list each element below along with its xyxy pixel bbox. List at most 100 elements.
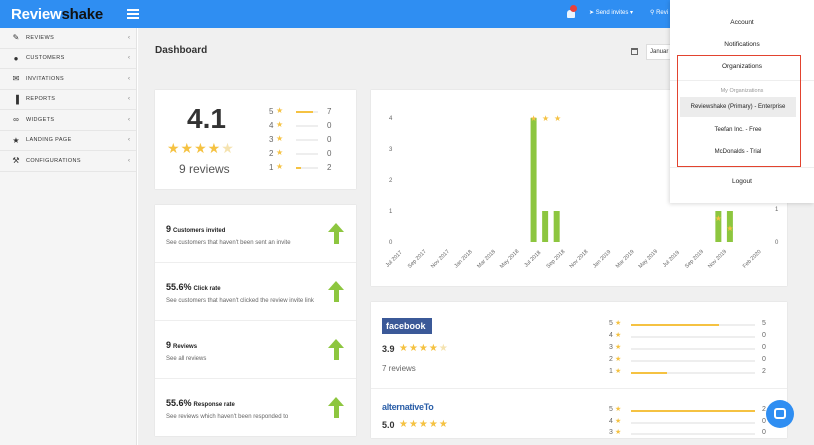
average-rating: 4.1 [187, 103, 226, 134]
rating-star-marker: ★ [554, 114, 561, 123]
rating-stars: ★★★★★ [167, 140, 235, 156]
distribution-star-label: 4 [609, 332, 613, 339]
x-tick-label: Nov 2019 [707, 249, 728, 270]
chart-bar [553, 211, 560, 242]
sidebar-item-reports[interactable]: ▐ REPORTS ‹ [0, 90, 136, 110]
distribution-star-label: 4 [269, 121, 274, 130]
stat-value: 9 Reviews [166, 340, 198, 350]
distribution-star-label: 3 [609, 344, 613, 351]
y-tick-label: 3 [389, 147, 393, 153]
alternativeto-rating: 5.0 [382, 420, 395, 430]
x-tick-label: Jul 2019 [662, 250, 681, 269]
distribution-fill [296, 111, 314, 113]
stat-description: See all reviews [166, 356, 207, 362]
distribution-count: 0 [762, 429, 766, 436]
link-icon: ∞ [13, 115, 19, 125]
chart-bar [542, 211, 549, 242]
star-icon: ★ [276, 120, 284, 129]
x-tick-label: May 2018 [499, 249, 520, 270]
sidebar-item-configurations[interactable]: ⚒ CONFIGURATIONS ‹ [0, 151, 136, 172]
distribution-bar [296, 153, 318, 155]
distribution-row: 4 ★ 0 [269, 120, 349, 132]
distribution-bar [631, 410, 755, 412]
alternativeto-logo[interactable]: alternativeTo [382, 402, 434, 412]
facebook-review-count: 7 reviews [382, 364, 416, 373]
sidebar-item-label: REVIEWS [26, 34, 55, 41]
distribution-count: 2 [762, 368, 766, 375]
sidebar: ✎ REVIEWS ‹ ● CUSTOMERS ‹ ✉ INVITATIONS … [0, 28, 137, 445]
stat-response-rate[interactable]: 55.6% Response rate See reviews which hav… [155, 379, 356, 437]
platform-distribution-row: 3 ★ 0 [609, 344, 769, 354]
distribution-star-label: 1 [609, 368, 613, 375]
x-tick-label: Jan 2019 [592, 249, 612, 269]
stat-value: 55.6% Click rate [166, 282, 221, 292]
sidebar-item-label: WIDGETS [26, 116, 55, 123]
sidebar-item-customers[interactable]: ● CUSTOMERS ‹ [0, 49, 136, 69]
facebook-logo[interactable]: facebook [382, 318, 432, 334]
distribution-star-label: 5 [609, 320, 613, 327]
stat-description: See reviews which haven't been responded… [166, 414, 289, 420]
app-logo[interactable]: Reviewshake [11, 6, 103, 23]
distribution-bar [631, 360, 755, 362]
x-tick-label: Sep 2019 [684, 249, 705, 270]
stat-description: See customers that haven't clicked the r… [166, 298, 314, 304]
pencil-icon: ✎ [12, 33, 20, 43]
sidebar-item-label: CUSTOMERS [26, 55, 65, 62]
distribution-count: 0 [762, 332, 766, 339]
star-icon: ★ [12, 135, 20, 145]
menu-item-notifications[interactable]: Notifications [670, 41, 814, 48]
sidebar-item-invitations[interactable]: ✉ INVITATIONS ‹ [0, 69, 136, 90]
rating-star-marker: ★ [530, 114, 537, 123]
up-arrow-icon [328, 339, 344, 361]
star-icon: ★ [615, 356, 622, 363]
chat-launcher-button[interactable] [766, 400, 794, 428]
y-tick-label: 0 [389, 240, 393, 246]
up-arrow-icon [328, 281, 344, 303]
reviews-nav-link[interactable]: ⚲ Revi [650, 9, 668, 16]
chevron-left-icon: ‹ [128, 55, 130, 62]
x-tick-label: Jul 2017 [385, 250, 404, 269]
facebook-stars: ★★★★★ [399, 343, 449, 354]
stat-reviews[interactable]: 9 Reviews See all reviews [155, 321, 356, 379]
facebook-rating: 3.9 [382, 344, 395, 354]
x-tick-label: Sep 2017 [407, 249, 428, 270]
chevron-left-icon: ‹ [128, 96, 130, 103]
menu-item-logout[interactable]: Logout [670, 178, 814, 185]
chevron-left-icon: ‹ [128, 116, 130, 123]
distribution-bar [296, 125, 318, 127]
x-tick-label: Jan 2018 [453, 249, 473, 269]
distribution-fill [631, 410, 755, 412]
distribution-count: 7 [327, 107, 332, 116]
user-icon: ● [13, 53, 19, 63]
menu-toggle-icon[interactable] [127, 9, 139, 19]
platform-distribution-row: 2 ★ 0 [609, 356, 769, 366]
platform-distribution-row: 3 ★ 0 [609, 429, 769, 439]
stat-click-rate[interactable]: 55.6% Click rate See customers that haven… [155, 263, 356, 321]
sidebar-item-label: INVITATIONS [26, 75, 65, 82]
x-tick-label: May 2019 [638, 249, 659, 270]
stat-value: 55.6% Response rate [166, 398, 235, 408]
x-tick-label: Mar 2018 [476, 249, 497, 270]
distribution-bar [296, 167, 318, 169]
chevron-left-icon: ‹ [128, 34, 130, 41]
distribution-star-label: 5 [269, 107, 274, 116]
bar-chart-icon: ▐ [13, 94, 19, 104]
review-count: 9 reviews [179, 162, 230, 176]
star-icon: ★ [615, 320, 622, 327]
menu-divider [670, 167, 814, 168]
stat-customers-invited[interactable]: 9 Customers invited See customers that ha… [155, 205, 356, 263]
menu-item-account[interactable]: Account [670, 19, 814, 26]
distribution-count: 0 [327, 135, 332, 144]
sidebar-item-widgets[interactable]: ∞ WIDGETS ‹ [0, 110, 136, 131]
send-invites-link[interactable]: ➤ Send invites ▾ [589, 9, 633, 16]
page-title: Dashboard [155, 45, 208, 56]
sidebar-item-landing-page[interactable]: ★ LANDING PAGE ‹ [0, 131, 136, 151]
distribution-fill [631, 372, 667, 374]
sidebar-item-reviews[interactable]: ✎ REVIEWS ‹ [0, 28, 136, 49]
distribution-bar [631, 422, 755, 424]
distribution-row: 5 ★ 7 [269, 106, 349, 118]
chevron-left-icon: ‹ [128, 157, 130, 164]
y-tick-label: 1 [389, 209, 393, 215]
platform-distribution-row: 1 ★ 2 [609, 368, 769, 378]
chevron-left-icon: ‹ [128, 137, 130, 144]
